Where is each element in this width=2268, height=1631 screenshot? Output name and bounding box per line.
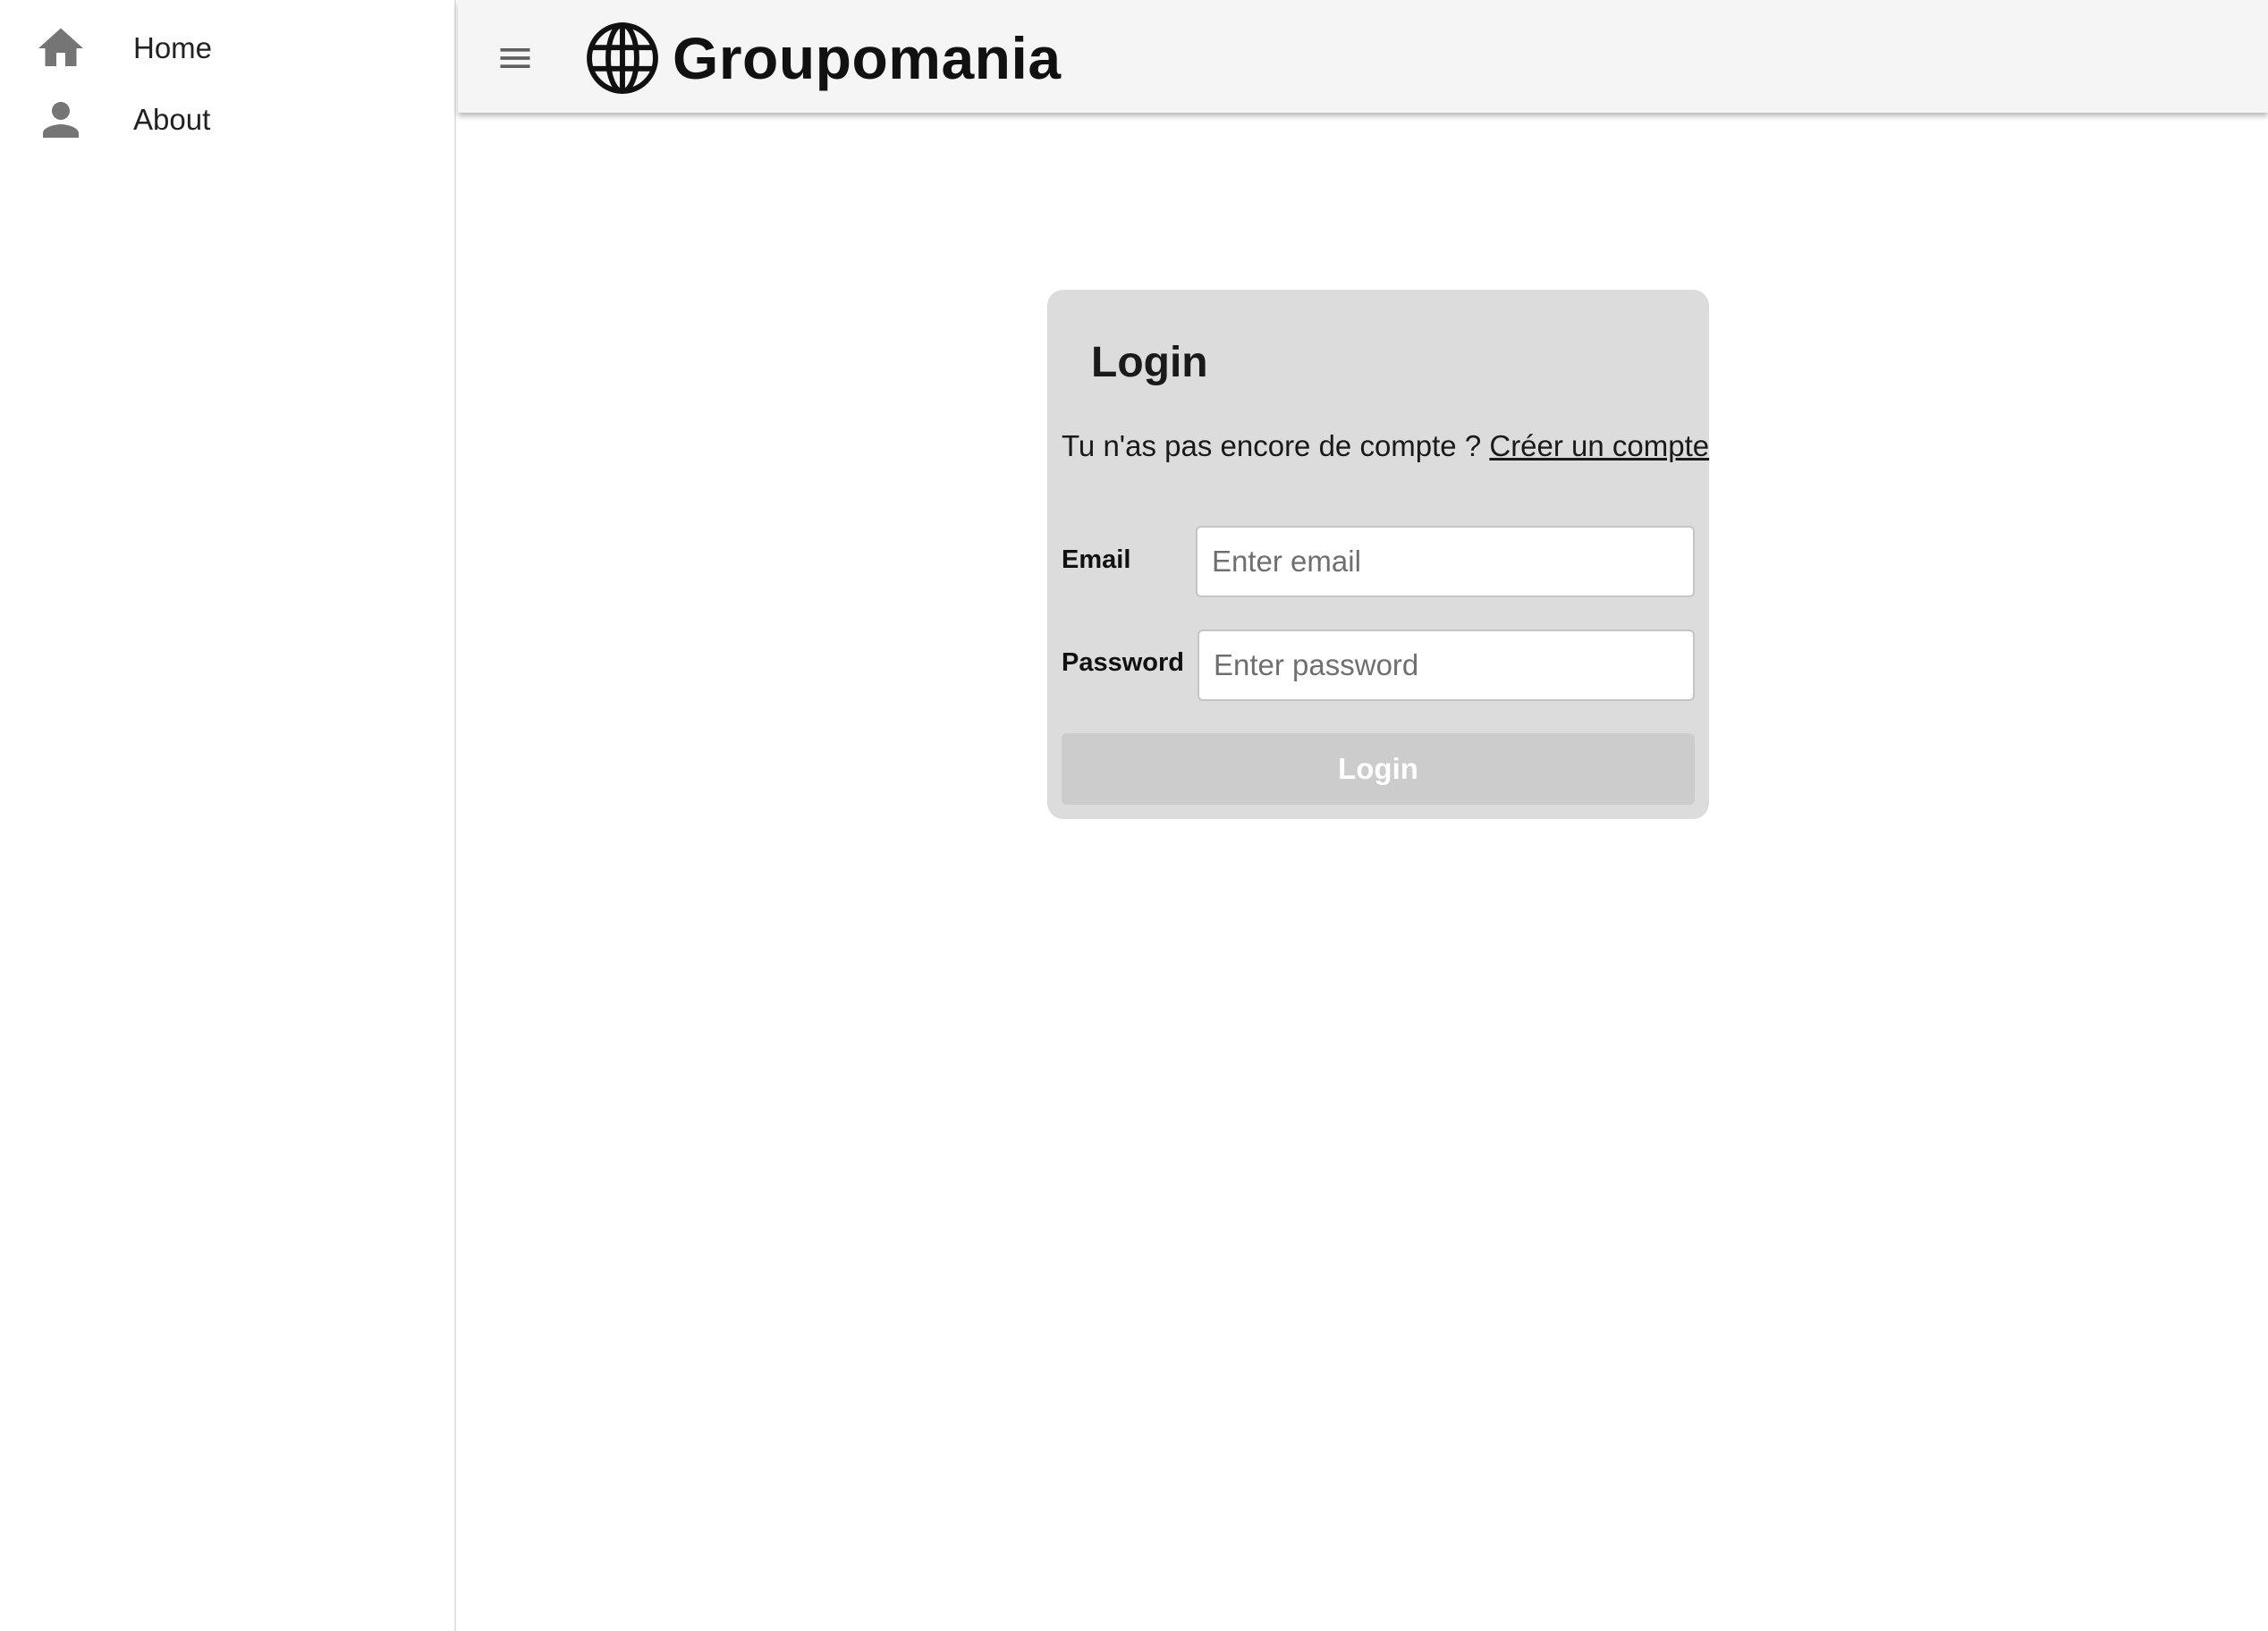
password-label: Password (1062, 648, 1184, 677)
password-field[interactable] (1197, 630, 1695, 701)
sidebar: Home About (0, 0, 456, 1631)
login-title: Login (1091, 339, 1208, 386)
signup-prompt: Tu n'as pas encore de compte ? Créer un … (1062, 429, 1709, 463)
top-app-bar: Groupomania (458, 0, 2268, 113)
email-label: Email (1062, 545, 1131, 574)
login-card: Login Tu n'as pas encore de compte ? Cré… (1047, 290, 1709, 819)
brand-name: Groupomania (673, 25, 1062, 91)
sidebar-item-label: About (133, 103, 211, 136)
app-root: Home About Groupomania Login Tu n'as pas… (0, 0, 2268, 1631)
login-button[interactable]: Login (1062, 733, 1695, 805)
hamburger-menu-icon[interactable] (488, 31, 542, 85)
brand-logo[interactable]: Groupomania (585, 18, 1062, 98)
email-field[interactable] (1196, 526, 1695, 597)
sidebar-item-label: Home (133, 31, 213, 64)
sidebar-item-about[interactable]: About (0, 84, 454, 156)
home-icon (34, 21, 88, 75)
person-icon (34, 93, 88, 147)
create-account-link[interactable]: Créer un compte (1489, 429, 1709, 462)
sidebar-item-home[interactable]: Home (0, 13, 454, 84)
signup-prompt-text: Tu n'as pas encore de compte ? (1062, 429, 1482, 462)
globe-icon (585, 21, 660, 96)
